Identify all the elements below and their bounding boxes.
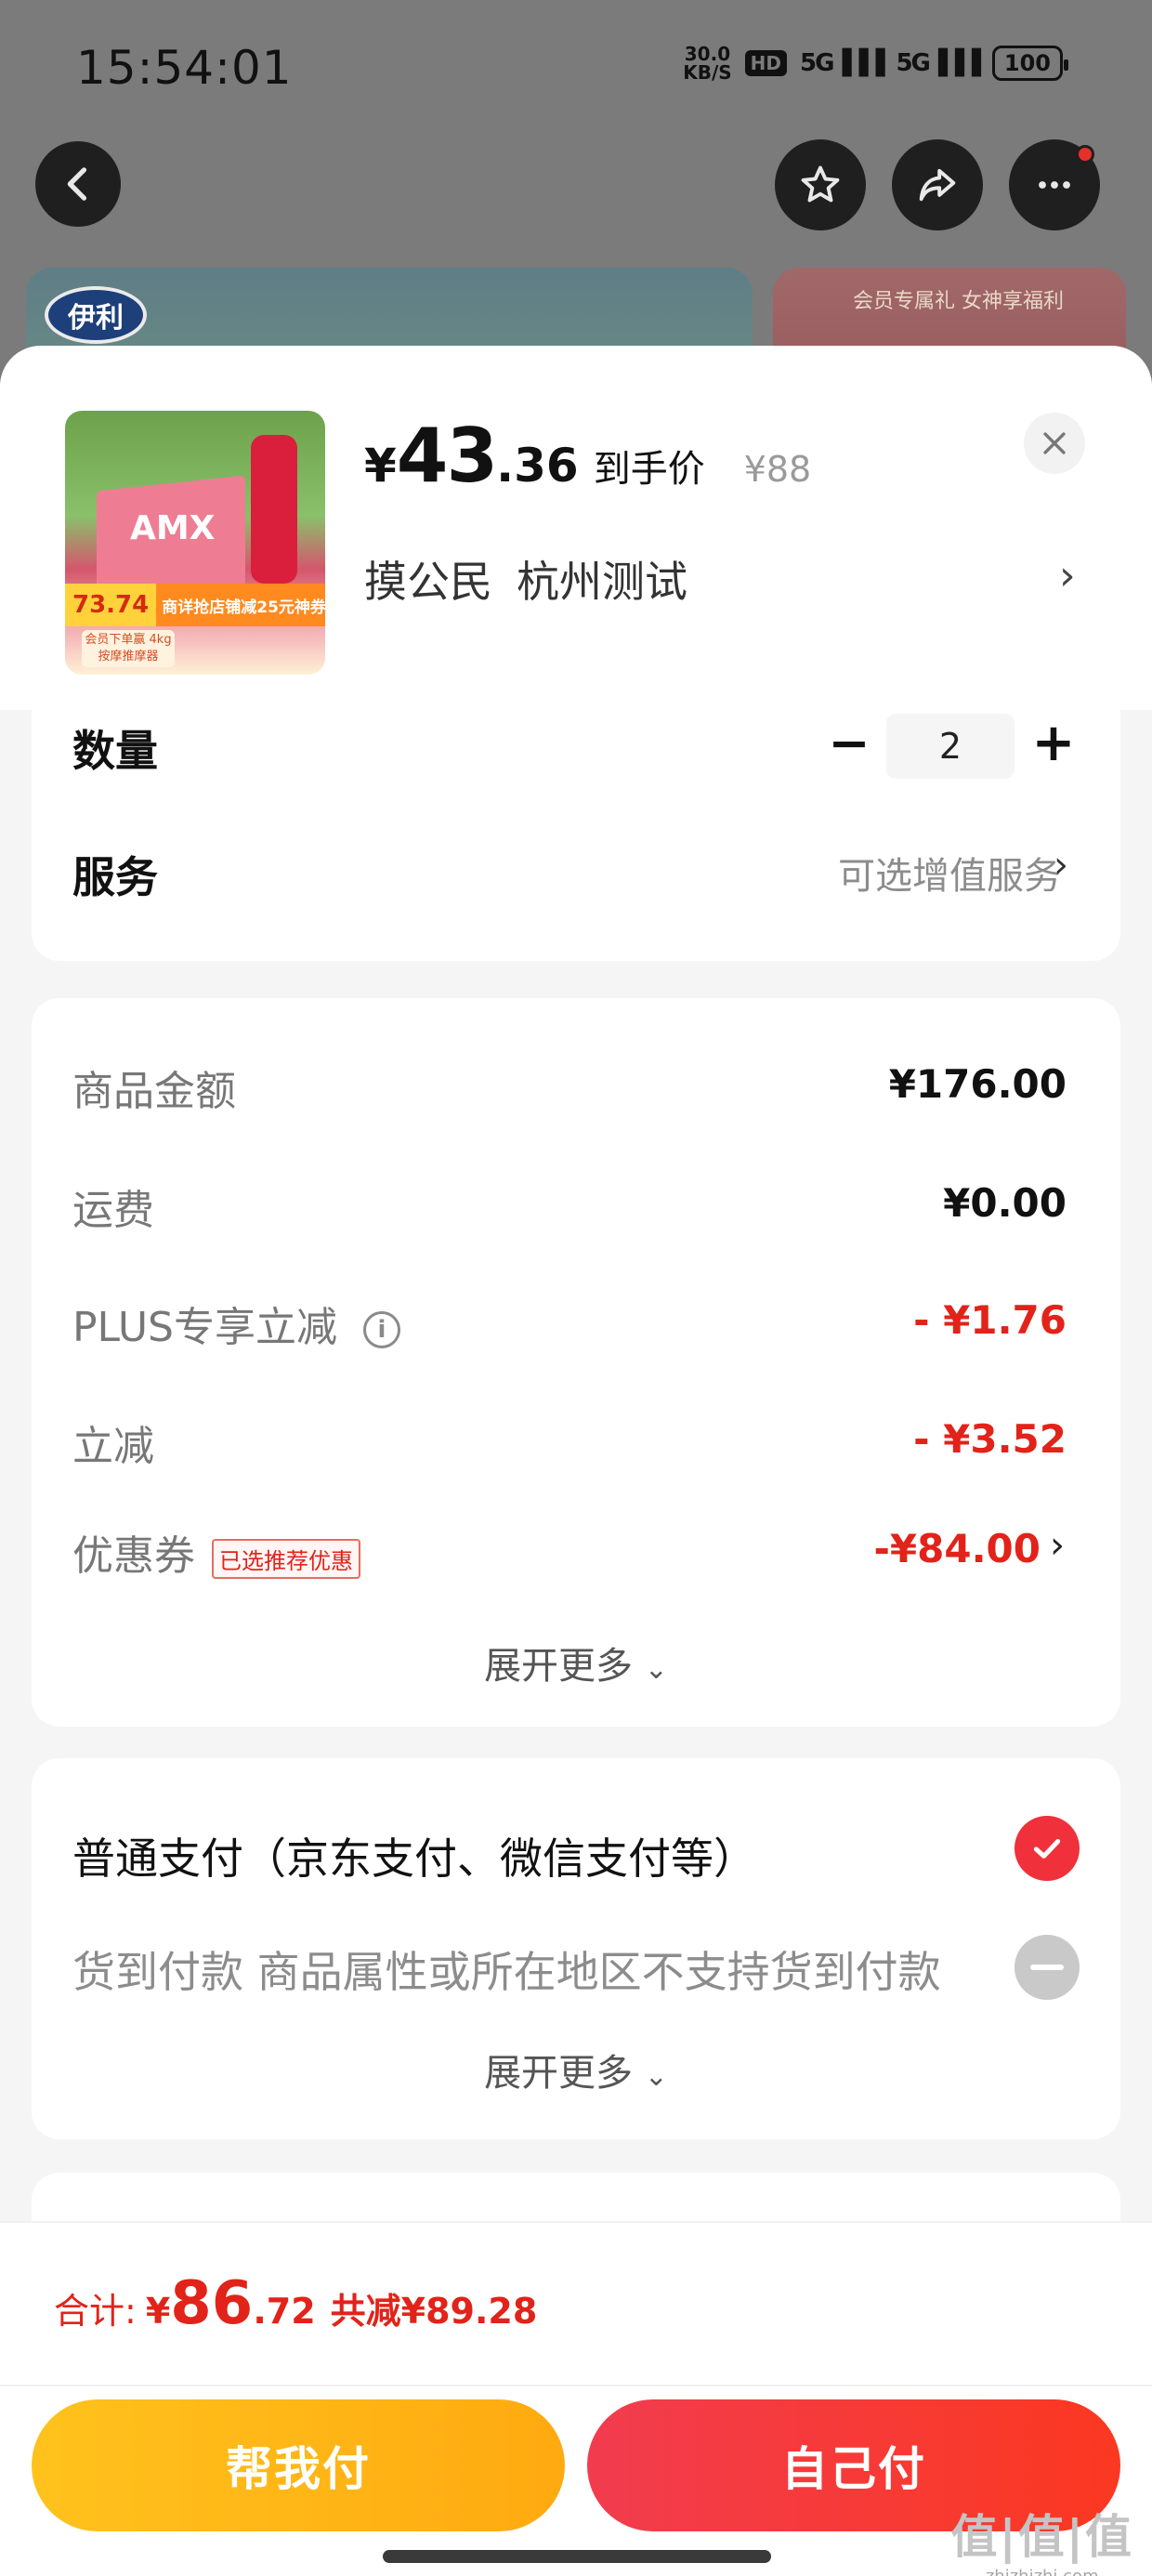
more-button[interactable]: [1009, 139, 1100, 230]
checked-icon[interactable]: [1015, 1816, 1080, 1881]
instant-discount-row: 立减 - ¥3.52: [72, 1416, 1067, 1470]
quantity-service-card: 数量 − 2 + 服务 可选增值服务 ›: [32, 710, 1120, 961]
quantity-plus-button[interactable]: +: [1024, 716, 1083, 775]
back-button[interactable]: [35, 141, 121, 227]
service-label: 服务: [72, 852, 158, 902]
quantity-minus-button[interactable]: −: [819, 716, 879, 775]
normal-payment-option[interactable]: 普通支付（京东支付、微信支付等）: [72, 1825, 756, 1886]
service-hint[interactable]: 可选增值服务: [838, 846, 1061, 900]
goods-amount-row: 商品金额 ¥176.00: [72, 1061, 1067, 1115]
order-sheet: AMX 73.74 商详抢店铺减25元神券 会员下单赢 4kg按摩推摩器 ¥ 4…: [0, 346, 1152, 2576]
product-image-promo: 73.74 商详抢店铺减25元神券: [65, 584, 325, 626]
address-city: 杭州测试: [517, 557, 687, 607]
notification-dot: [1076, 145, 1094, 164]
watermark: 值|值|值 zhizhizhi.com: [950, 2510, 1133, 2576]
original-price: ¥88: [743, 449, 812, 490]
quantity-input[interactable]: 2: [886, 714, 1015, 779]
sheet-header: AMX 73.74 商详抢店铺减25元神券 会员下单赢 4kg按摩推摩器 ¥ 4…: [0, 346, 1152, 710]
total-saved: 共减¥89.28: [330, 2291, 538, 2332]
shipping-row: 运费 ¥0.00: [72, 1180, 1067, 1234]
payment-card: 普通支付（京东支付、微信支付等） 货到付款 商品属性或所在地区不支持货到付款 展…: [32, 1758, 1120, 2139]
plus-discount-row: PLUS专享立减 i - ¥1.76: [72, 1297, 1067, 1351]
chevron-left-icon: [67, 167, 87, 201]
expand-more-amounts[interactable]: 展开更多 ⌄: [32, 1636, 1120, 1689]
chevron-right-icon[interactable]: ›: [1059, 552, 1076, 599]
expand-more-payment[interactable]: 展开更多 ⌄: [32, 2043, 1120, 2096]
coupon-row[interactable]: 优惠券 已选推荐优惠 -¥84.00: [72, 1522, 1067, 1587]
more-dots-icon: [1039, 181, 1070, 189]
info-icon[interactable]: i: [363, 1311, 400, 1348]
cod-payment-option: 货到付款 商品属性或所在地区不支持货到付款: [72, 1947, 941, 1997]
chevron-down-icon: ⌄: [644, 1653, 668, 1686]
chevron-right-icon[interactable]: ›: [1050, 1524, 1065, 1567]
battery-icon: 100: [991, 46, 1069, 81]
status-icons: 30.0 KB/S HD 5G▐▐▐ 5G▐▐▐ 100: [683, 43, 1069, 84]
chevron-right-icon[interactable]: ›: [1054, 844, 1068, 887]
background-page: 15:54:01 30.0 KB/S HD 5G▐▐▐ 5G▐▐▐ 100 伊利…: [0, 0, 1152, 416]
checkout-footer: 合计: ¥ 86 .72 共减¥89.28 帮我付 自己付 值|值|值 zhiz…: [0, 2221, 1152, 2576]
address-selector[interactable]: 摸公民 杭州测试: [364, 548, 687, 610]
home-indicator[interactable]: [383, 2550, 771, 2563]
close-icon: [1043, 432, 1066, 454]
address-name: 摸公民: [364, 557, 492, 607]
status-bar: 15:54:01 30.0 KB/S HD 5G▐▐▐ 5G▐▐▐ 100: [0, 0, 1152, 139]
final-price: ¥ 43 .36 到手价 ¥88: [364, 413, 812, 499]
share-button[interactable]: [892, 139, 983, 230]
signal-icon-2: 5G▐▐▐: [896, 49, 980, 77]
disabled-icon: [1015, 1935, 1080, 2000]
brand-logo: 伊利: [45, 286, 147, 344]
signal-icon: 5G▐▐▐: [800, 49, 884, 77]
coupon-tag: 已选推荐优惠: [212, 1538, 360, 1579]
help-pay-button[interactable]: 帮我付: [32, 2399, 565, 2531]
quantity-label: 数量: [72, 726, 158, 776]
share-icon: [919, 168, 956, 202]
member-promo-text: 会员专属礼 女神享福利: [853, 290, 1064, 313]
status-time: 15:54:01: [76, 41, 293, 95]
hd-icon: HD: [744, 50, 788, 76]
amount-card: 商品金额 ¥176.00 运费 ¥0.00 PLUS专享立减 i - ¥1.76 …: [32, 998, 1120, 1727]
net-speed: 30.0 KB/S: [683, 43, 732, 84]
product-image: AMX 73.74 商详抢店铺减25元神券 会员下单赢 4kg按摩推摩器: [65, 411, 325, 675]
chevron-down-icon: ⌄: [644, 2060, 668, 2093]
star-icon: [801, 165, 840, 203]
close-button[interactable]: [1024, 413, 1085, 474]
favorite-button[interactable]: [775, 139, 866, 230]
total-amount: 合计: ¥ 86 .72 共减¥89.28: [54, 2269, 538, 2338]
